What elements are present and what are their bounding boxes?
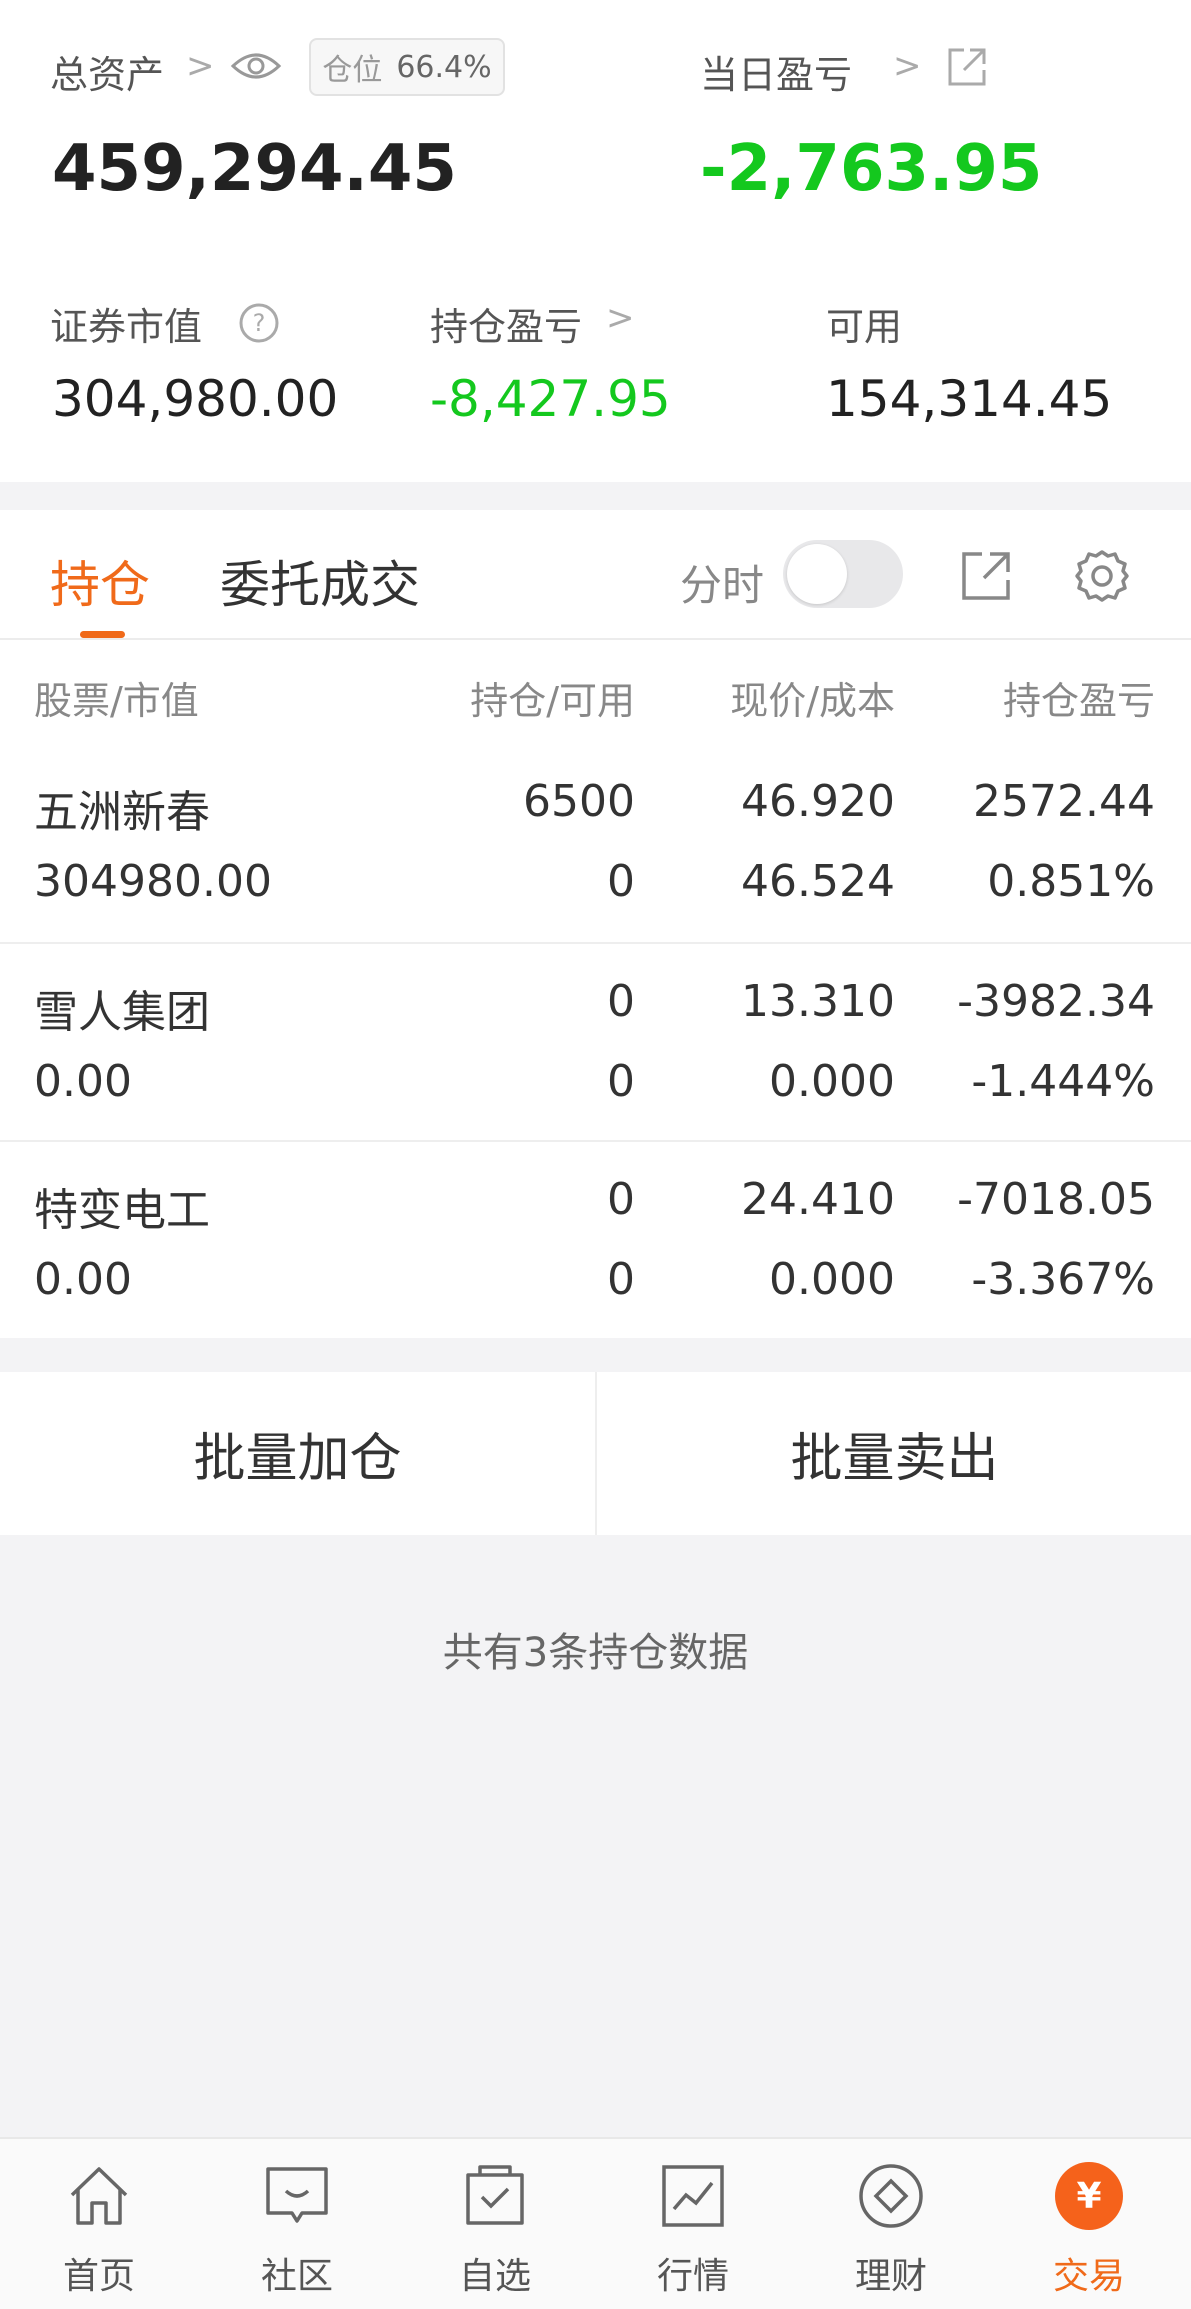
watchlist-icon (460, 2161, 530, 2231)
position-ratio-badge: 仓位 66.4% (309, 38, 505, 96)
nav-label: 交易 (1052, 2256, 1125, 2297)
available-label: 可用 (826, 305, 903, 349)
header-position: 持仓/可用 (470, 679, 635, 723)
total-assets-value: 459,294.45 (52, 132, 457, 206)
available-value: 154,314.45 (826, 370, 1113, 428)
stock-available: 0 (607, 1056, 635, 1107)
header-price: 现价/成本 (730, 679, 895, 723)
community-icon (262, 2161, 332, 2231)
svg-text:¥: ¥ (1076, 2176, 1101, 2217)
nav-item-watchlist[interactable]: 自选 (396, 2139, 594, 2309)
stock-cost: 0.000 (769, 1056, 895, 1107)
stock-cost: 0.000 (769, 1254, 895, 1305)
holdings-tab-bar: 持仓 委托成交 分时 (0, 510, 1191, 640)
daily-pnl-value: -2,763.95 (700, 132, 1043, 206)
nav-label: 行情 (656, 2256, 729, 2297)
market-value-label: 证券市值 (50, 305, 203, 349)
bottom-nav: 首页 社区 自选 行情 理财 ¥ 交易 (0, 2137, 1191, 2309)
stock-market-value: 0.00 (34, 1254, 132, 1305)
stock-cost: 46.524 (741, 856, 895, 907)
daily-pnl-chevron-icon[interactable]: > (893, 46, 922, 86)
nav-item-home[interactable]: 首页 (0, 2139, 198, 2309)
stock-market-value: 304980.00 (34, 856, 272, 907)
stock-name: 特变电工 (34, 1185, 210, 1236)
holding-pnl-value: -8,427.95 (430, 370, 671, 428)
eye-icon[interactable] (230, 48, 282, 84)
total-assets-chevron-icon[interactable]: > (186, 46, 215, 86)
stock-available: 0 (607, 856, 635, 907)
stock-name: 雪人集团 (34, 987, 210, 1038)
active-tab-indicator (80, 631, 125, 638)
stock-pnl-pct: -3.367% (971, 1254, 1155, 1305)
home-icon (64, 2161, 134, 2231)
stock-pnl: 2572.44 (973, 776, 1155, 827)
stock-position: 0 (607, 976, 635, 1027)
nav-item-community[interactable]: 社区 (198, 2139, 396, 2309)
tab-orders[interactable]: 委托成交 (220, 545, 420, 617)
stock-pnl: -3982.34 (957, 976, 1155, 1027)
holdings-table: 股票/市值 持仓/可用 现价/成本 持仓盈亏 五洲新春 304980.00 65… (0, 640, 1191, 1338)
stock-pnl: -7018.05 (957, 1174, 1155, 1225)
holding-pnl-label[interactable]: 持仓盈亏 (430, 296, 582, 351)
help-icon[interactable]: ? (238, 302, 280, 344)
tab-holdings[interactable]: 持仓 (50, 545, 150, 617)
market-icon (658, 2161, 728, 2231)
nav-label: 首页 (62, 2256, 135, 2297)
wealth-icon (856, 2161, 926, 2231)
export-icon[interactable] (958, 548, 1014, 604)
trade-icon: ¥ (1054, 2161, 1124, 2231)
asset-summary: 总资产 > 仓位 66.4% 459,294.45 当日盈亏 > -2,763.… (0, 0, 1191, 482)
batch-add-button[interactable]: 批量加仓 (0, 1372, 595, 1535)
nav-item-wealth[interactable]: 理财 (792, 2139, 990, 2309)
position-ratio-value: 66.4% (396, 49, 492, 85)
holdings-count-note: 共有3条持仓数据 (442, 1630, 749, 1676)
stock-price: 13.310 (741, 976, 895, 1027)
share-icon[interactable] (946, 46, 988, 88)
timeshare-toggle[interactable] (783, 540, 903, 608)
nav-label: 自选 (458, 2256, 531, 2297)
stock-available: 0 (607, 1254, 635, 1305)
stock-market-value: 0.00 (34, 1056, 132, 1107)
stock-position: 0 (607, 1174, 635, 1225)
table-row[interactable]: 五洲新春 304980.00 6500 0 46.920 46.524 2572… (0, 744, 1191, 942)
market-value-value: 304,980.00 (52, 370, 339, 428)
header-stock: 股票/市值 (34, 679, 199, 723)
nav-item-market[interactable]: 行情 (594, 2139, 792, 2309)
toggle-knob (787, 544, 847, 604)
nav-label: 理财 (854, 2256, 927, 2297)
stock-price: 46.920 (741, 776, 895, 827)
nav-label: 社区 (260, 2256, 333, 2297)
gear-icon[interactable] (1072, 546, 1132, 606)
batch-sell-button[interactable]: 批量卖出 (597, 1372, 1191, 1535)
position-ratio-label: 仓位 (322, 53, 383, 88)
daily-pnl-label[interactable]: 当日盈亏 (700, 44, 852, 99)
stock-name: 五洲新春 (34, 787, 210, 838)
stock-position: 6500 (523, 776, 635, 827)
batch-actions: 批量加仓 批量卖出 (0, 1372, 1191, 1535)
stock-pnl-pct: -1.444% (971, 1056, 1155, 1107)
stock-price: 24.410 (741, 1174, 895, 1225)
table-row[interactable]: 雪人集团 0.00 0 0 13.310 0.000 -3982.34 -1.4… (0, 942, 1191, 1140)
holding-pnl-chevron-icon[interactable]: > (606, 298, 635, 338)
svg-text:?: ? (253, 309, 266, 337)
table-row[interactable]: 特变电工 0.00 0 0 24.410 0.000 -7018.05 -3.3… (0, 1140, 1191, 1338)
header-pnl: 持仓盈亏 (1002, 679, 1155, 723)
stock-pnl-pct: 0.851% (987, 856, 1155, 907)
total-assets-label[interactable]: 总资产 (50, 44, 164, 99)
nav-item-trade[interactable]: ¥ 交易 (990, 2139, 1188, 2309)
timeshare-label: 分时 (680, 561, 765, 610)
